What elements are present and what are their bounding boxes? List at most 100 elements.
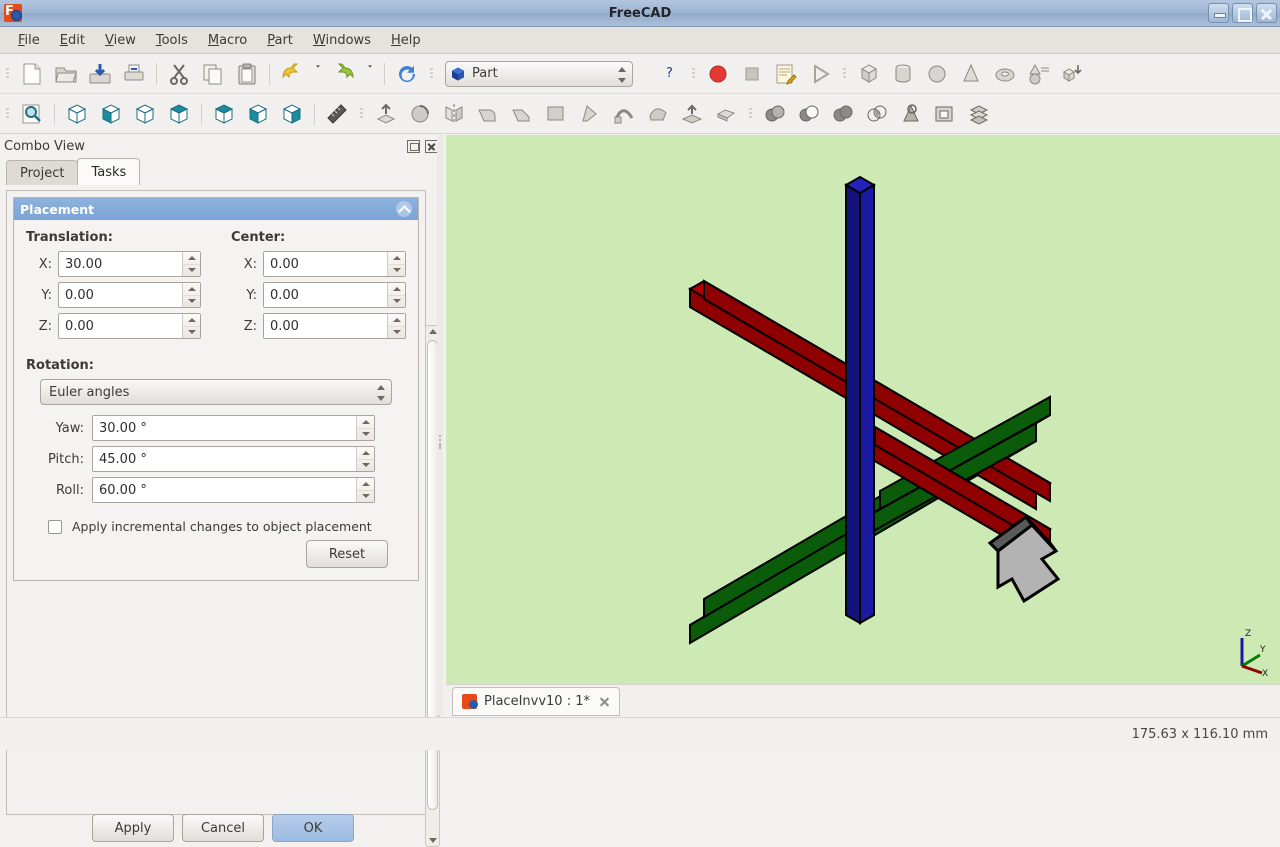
offset-icon[interactable] bbox=[710, 98, 742, 130]
boolean-icon[interactable] bbox=[759, 98, 791, 130]
panel-splitter[interactable] bbox=[437, 135, 443, 715]
center-z-stepper[interactable] bbox=[387, 314, 405, 338]
translation-x-input[interactable]: 30.00 bbox=[58, 251, 201, 277]
menu-help[interactable]: Help bbox=[381, 30, 431, 51]
axonometric-view-icon[interactable] bbox=[61, 98, 93, 130]
reset-button[interactable]: Reset bbox=[306, 540, 388, 568]
center-z-input[interactable]: 0.00 bbox=[263, 313, 406, 339]
revolve-icon[interactable] bbox=[404, 98, 436, 130]
cone-icon[interactable] bbox=[955, 58, 987, 90]
collapse-chevron-icon[interactable] bbox=[396, 201, 412, 217]
center-x-input[interactable]: 0.00 bbox=[263, 251, 406, 277]
close-tab-icon[interactable] bbox=[599, 696, 610, 707]
cut-icon[interactable] bbox=[163, 58, 195, 90]
undo-icon[interactable] bbox=[276, 58, 308, 90]
top-view-icon[interactable] bbox=[129, 98, 161, 130]
whats-this-icon[interactable]: ? bbox=[653, 58, 685, 90]
translation-x-stepper[interactable] bbox=[182, 252, 200, 276]
roll-input[interactable]: 60.00 ° bbox=[92, 477, 375, 503]
menu-edit[interactable]: Edit bbox=[50, 30, 95, 51]
copy-icon[interactable] bbox=[197, 58, 229, 90]
measure-icon[interactable] bbox=[321, 98, 353, 130]
maximize-button[interactable] bbox=[1232, 3, 1253, 23]
close-button[interactable] bbox=[1256, 3, 1277, 23]
chamfer-icon[interactable] bbox=[506, 98, 538, 130]
rotation-mode-arrows[interactable] bbox=[377, 383, 386, 403]
front-view-icon[interactable] bbox=[95, 98, 127, 130]
workbench-dropdown-arrows[interactable] bbox=[618, 65, 627, 85]
tab-project[interactable]: Project bbox=[6, 160, 79, 185]
redo-icon[interactable] bbox=[328, 58, 360, 90]
loft-icon[interactable] bbox=[574, 98, 606, 130]
fit-all-icon[interactable] bbox=[16, 98, 48, 130]
apply-button[interactable]: Apply bbox=[92, 814, 174, 842]
left-view-icon[interactable] bbox=[276, 98, 308, 130]
macro-execute-icon[interactable] bbox=[804, 58, 836, 90]
extrude-icon[interactable] bbox=[370, 98, 402, 130]
rotation-mode-select[interactable]: Euler angles bbox=[40, 379, 392, 405]
create-primitives-icon[interactable] bbox=[1023, 58, 1055, 90]
scroll-up-arrow-icon[interactable] bbox=[429, 329, 437, 334]
intersection-icon[interactable] bbox=[861, 98, 893, 130]
paste-icon[interactable] bbox=[231, 58, 263, 90]
minimize-button[interactable] bbox=[1208, 3, 1229, 23]
center-x-stepper[interactable] bbox=[387, 252, 405, 276]
menu-tools[interactable]: Tools bbox=[146, 30, 198, 51]
tab-tasks[interactable]: Tasks bbox=[77, 158, 141, 185]
shape-builder-icon[interactable] bbox=[1057, 58, 1089, 90]
toolbar-grip[interactable] bbox=[746, 103, 755, 125]
ok-button[interactable]: OK bbox=[272, 814, 354, 842]
box-icon[interactable] bbox=[853, 58, 885, 90]
translation-z-input[interactable]: 0.00 bbox=[58, 313, 201, 339]
roll-stepper[interactable] bbox=[356, 478, 374, 502]
translation-y-stepper[interactable] bbox=[182, 283, 200, 307]
menu-file[interactable]: File bbox=[8, 30, 50, 51]
toolbar-grip[interactable] bbox=[3, 63, 12, 85]
yaw-stepper[interactable] bbox=[356, 416, 374, 440]
menu-view[interactable]: View bbox=[95, 30, 146, 51]
torus-icon[interactable] bbox=[989, 58, 1021, 90]
workbench-selector[interactable]: Part bbox=[445, 60, 633, 87]
save-document-icon[interactable] bbox=[84, 58, 116, 90]
document-tab[interactable]: PlaceInvv10 : 1* bbox=[452, 686, 620, 716]
print-document-icon[interactable] bbox=[118, 58, 150, 90]
scroll-down-arrow-icon[interactable] bbox=[429, 838, 437, 843]
macro-edit-icon[interactable] bbox=[770, 58, 802, 90]
menu-part[interactable]: Part bbox=[257, 30, 303, 51]
3d-view[interactable]: Z Y X bbox=[446, 135, 1280, 684]
undo-dropdown-icon[interactable] bbox=[310, 58, 326, 90]
cut-shape-icon[interactable] bbox=[793, 98, 825, 130]
float-panel-icon[interactable] bbox=[407, 139, 420, 153]
compound-icon[interactable] bbox=[963, 98, 995, 130]
pitch-input[interactable]: 45.00 ° bbox=[92, 446, 375, 472]
open-document-icon[interactable] bbox=[50, 58, 82, 90]
toolbar-grip[interactable] bbox=[427, 63, 436, 85]
fillet-icon[interactable] bbox=[472, 98, 504, 130]
union-icon[interactable] bbox=[827, 98, 859, 130]
redo-dropdown-icon[interactable] bbox=[362, 58, 378, 90]
menu-windows[interactable]: Windows bbox=[303, 30, 381, 51]
incremental-checkbox[interactable] bbox=[48, 519, 62, 534]
menu-macro[interactable]: Macro bbox=[198, 30, 257, 51]
cancel-button[interactable]: Cancel bbox=[182, 814, 264, 842]
bottom-view-icon[interactable] bbox=[242, 98, 274, 130]
ruled-surface-icon[interactable] bbox=[540, 98, 572, 130]
translation-z-stepper[interactable] bbox=[182, 314, 200, 338]
pitch-stepper[interactable] bbox=[356, 447, 374, 471]
bounding-box-icon[interactable] bbox=[929, 98, 961, 130]
toolbar-grip[interactable] bbox=[689, 63, 698, 85]
center-y-stepper[interactable] bbox=[387, 283, 405, 307]
section-icon[interactable] bbox=[642, 98, 674, 130]
rear-view-icon[interactable] bbox=[208, 98, 240, 130]
macro-stop-icon[interactable] bbox=[736, 58, 768, 90]
macro-record-icon[interactable] bbox=[702, 58, 734, 90]
toolbar-grip[interactable] bbox=[357, 103, 366, 125]
cylinder-icon[interactable] bbox=[887, 58, 919, 90]
sphere-icon[interactable] bbox=[921, 58, 953, 90]
sweep-icon[interactable] bbox=[608, 98, 640, 130]
cross-sections-icon[interactable] bbox=[676, 98, 708, 130]
center-y-input[interactable]: 0.00 bbox=[263, 282, 406, 308]
check-geometry-icon[interactable] bbox=[895, 98, 927, 130]
translation-y-input[interactable]: 0.00 bbox=[58, 282, 201, 308]
yaw-input[interactable]: 30.00 ° bbox=[92, 415, 375, 441]
